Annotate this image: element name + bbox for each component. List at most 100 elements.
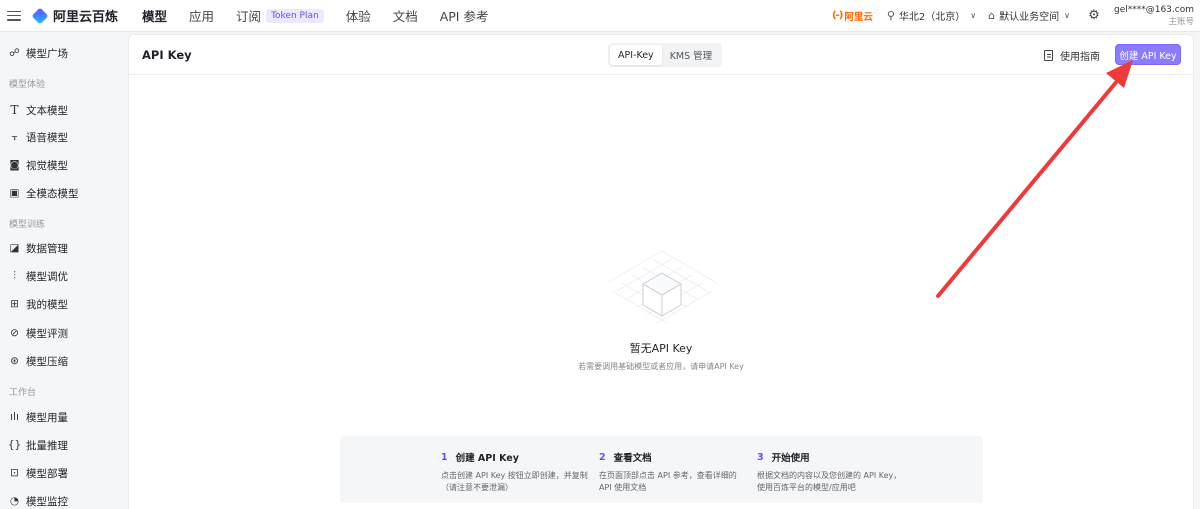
empty-box-icon xyxy=(606,250,718,324)
page-title: API Key xyxy=(142,48,192,62)
sidebar-item-omni-model[interactable]: ▣ 全模态模型 xyxy=(0,181,126,205)
user-role: 主账号 xyxy=(1168,16,1194,27)
sidebar-item-label: 模型评测 xyxy=(26,327,68,340)
brand-logo[interactable]: 阿里云百炼 xyxy=(31,6,119,25)
step-description: 点击创建 API Key 按钮立即创建，并复制（请注意不要泄漏） xyxy=(441,471,588,492)
sidebar-section-title: 模型训练 xyxy=(9,220,46,230)
grid-icon: ⊞ xyxy=(10,298,19,310)
step-number: 2 xyxy=(599,451,606,463)
aliyun-logo[interactable]: (-) 阿里云 xyxy=(832,9,873,23)
sidebar-item-label: 批量推理 xyxy=(26,439,68,452)
sidebar-item-deployment[interactable]: ⊡ 模型部署 xyxy=(0,461,126,485)
sidebar-item-label: 模型部署 xyxy=(26,467,68,480)
sidebar-item-my-models[interactable]: ⊞ 我的模型 xyxy=(0,292,126,316)
audio-wave-icon: ⫟ xyxy=(11,130,18,143)
nav-label: 文档 xyxy=(392,9,418,24)
sidebar-item-data-management[interactable]: ◪ 数据管理 xyxy=(0,236,126,260)
gear-icon[interactable]: ⚙ xyxy=(1082,8,1106,23)
compress-icon: ⊛ xyxy=(10,355,19,367)
workspace-selector[interactable]: ⌂ 默认业务空间 ∨ xyxy=(988,8,1070,23)
tab-api-key[interactable]: API-Key xyxy=(610,45,662,65)
chevron-down-icon: ∨ xyxy=(1064,11,1070,20)
region-selector[interactable]: ⚲ 华北2（北京） ∨ xyxy=(887,8,976,23)
workspace-label: 默认业务空间 xyxy=(999,12,1060,23)
sidebar-item-batch-inference[interactable]: {} 批量推理 xyxy=(0,433,126,457)
step-title: 开始使用 xyxy=(771,453,810,464)
main-header: API Key API-Key KMS 管理 使用指南 创建 API Key xyxy=(129,35,1193,75)
sidebar-item-text-model[interactable]: T 文本模型 xyxy=(0,98,126,122)
sidebar-section-title: 工作台 xyxy=(9,388,37,398)
nav-apps[interactable]: 应用 xyxy=(189,6,214,25)
step-number: 3 xyxy=(757,451,764,463)
sidebar-item-label: 数据管理 xyxy=(26,242,68,255)
sliders-icon: ⫶ xyxy=(13,269,16,282)
brand-name: 阿里云百炼 xyxy=(53,10,119,25)
sidebar-item-monitoring[interactable]: ◔ 模型监控 xyxy=(0,489,126,509)
sidebar-item-model-plaza[interactable]: ☍ 模型广场 xyxy=(0,41,126,65)
usage-guide-label: 使用指南 xyxy=(1060,52,1100,63)
sidebar-item-label: 全模态模型 xyxy=(26,187,79,200)
step-title: 查看文档 xyxy=(613,453,652,464)
sidebar-item-label: 视觉模型 xyxy=(26,159,68,172)
text-icon: T xyxy=(10,103,19,117)
step-view-docs: 2 查看文档 在页面顶部点击 API 参考，查看详细的 API 使用文档 xyxy=(599,450,749,494)
nav-api-reference[interactable]: API 参考 xyxy=(440,6,489,25)
nav-subscribe[interactable]: 订阅 Token Plan xyxy=(236,6,324,25)
step-description: 根据文档的内容以及您创建的 API Key，使用百炼平台的模型/应用吧 xyxy=(757,471,902,492)
nav-experience[interactable]: 体验 xyxy=(346,6,371,25)
data-chart-icon: ◪ xyxy=(9,242,20,254)
workspace-icon: ⌂ xyxy=(988,9,996,22)
top-nav: 模型 应用 订阅 Token Plan 体验 文档 API 参考 xyxy=(142,6,510,25)
sidebar-item-evaluation[interactable]: ⊘ 模型评测 xyxy=(0,321,126,345)
sidebar-item-fine-tuning[interactable]: ⫶ 模型调优 xyxy=(0,264,126,288)
top-right-tools: (-) 阿里云 ⚲ 华北2（北京） ∨ ⌂ 默认业务空间 ∨ ⚙ gel****@… xyxy=(832,0,1200,32)
tab-switcher: API-Key KMS 管理 xyxy=(608,43,723,67)
getting-started-steps: 1 创建 API Key 点击创建 API Key 按钮立即创建，并复制（请注意不… xyxy=(340,436,983,503)
nav-label: 订阅 xyxy=(236,9,262,24)
create-api-key-button[interactable]: 创建 API Key xyxy=(1115,44,1181,65)
step-start-using: 3 开始使用 根据文档的内容以及您创建的 API Key，使用百炼平台的模型/应用… xyxy=(757,450,907,494)
sidebar-item-label: 我的模型 xyxy=(26,298,68,311)
tab-kms[interactable]: KMS 管理 xyxy=(662,45,720,65)
token-plan-badge: Token Plan xyxy=(266,8,324,23)
empty-state-title: 暂无API Key xyxy=(629,342,693,355)
brand-mark-icon xyxy=(31,7,49,24)
chevron-down-icon: ∨ xyxy=(970,11,977,20)
step-create-key: 1 创建 API Key 点击创建 API Key 按钮立即创建，并复制（请注意不… xyxy=(441,450,591,494)
nav-docs[interactable]: 文档 xyxy=(393,6,418,25)
sidebar-item-label: 语音模型 xyxy=(26,131,68,144)
brackets-icon: {} xyxy=(7,439,22,451)
sidebar-item-label: 模型调优 xyxy=(26,270,68,283)
user-email: gel****@163.com xyxy=(1113,4,1194,15)
sidebar-item-audio-model[interactable]: ⫟ 语音模型 xyxy=(0,125,126,149)
empty-state-description: 若需要调用基础模型或者应用，请申请API Key xyxy=(578,362,744,371)
aliyun-mark-icon: (-) xyxy=(832,10,843,21)
bar-chart-icon: ılı xyxy=(10,411,19,423)
sidebar: ☍ 模型广场 模型体验 T 文本模型 ⫟ 语音模型 ◙ 视觉模型 ▣ 全模态模型… xyxy=(0,32,126,509)
aliyun-logo-text: 阿里云 xyxy=(844,11,873,23)
nav-label: API 参考 xyxy=(439,9,489,24)
nav-models[interactable]: 模型 xyxy=(142,6,167,25)
camera-icon: ◙ xyxy=(9,159,20,171)
sidebar-item-label: 模型广场 xyxy=(26,47,68,60)
nav-label: 模型 xyxy=(142,9,168,24)
sidebar-item-label: 模型用量 xyxy=(26,411,68,424)
document-icon xyxy=(1044,50,1053,61)
compass-icon: ⊘ xyxy=(10,327,19,339)
menu-icon[interactable] xyxy=(7,10,21,21)
sidebar-item-vision-model[interactable]: ◙ 视觉模型 xyxy=(0,153,126,177)
sidebar-item-compression[interactable]: ⊛ 模型压缩 xyxy=(0,349,126,373)
sidebar-section-title: 模型体验 xyxy=(9,80,46,90)
top-bar: 阿里云百炼 模型 应用 订阅 Token Plan 体验 文档 API 参考 (-… xyxy=(0,0,1200,32)
usage-guide-link[interactable]: 使用指南 xyxy=(1044,48,1100,63)
sidebar-item-label: 模型监控 xyxy=(26,495,68,508)
step-number: 1 xyxy=(441,451,448,463)
step-description: 在页面顶部点击 API 参考，查看详细的 API 使用文档 xyxy=(599,471,737,492)
step-title: 创建 API Key xyxy=(455,453,519,464)
model-plaza-icon: ☍ xyxy=(9,47,20,59)
omni-icon: ▣ xyxy=(9,187,20,199)
nav-label: 体验 xyxy=(345,9,371,24)
sidebar-item-usage[interactable]: ılı 模型用量 xyxy=(0,405,126,429)
sidebar-item-label: 文本模型 xyxy=(26,104,68,117)
user-account[interactable]: gel****@163.com 主账号 xyxy=(1114,4,1194,28)
